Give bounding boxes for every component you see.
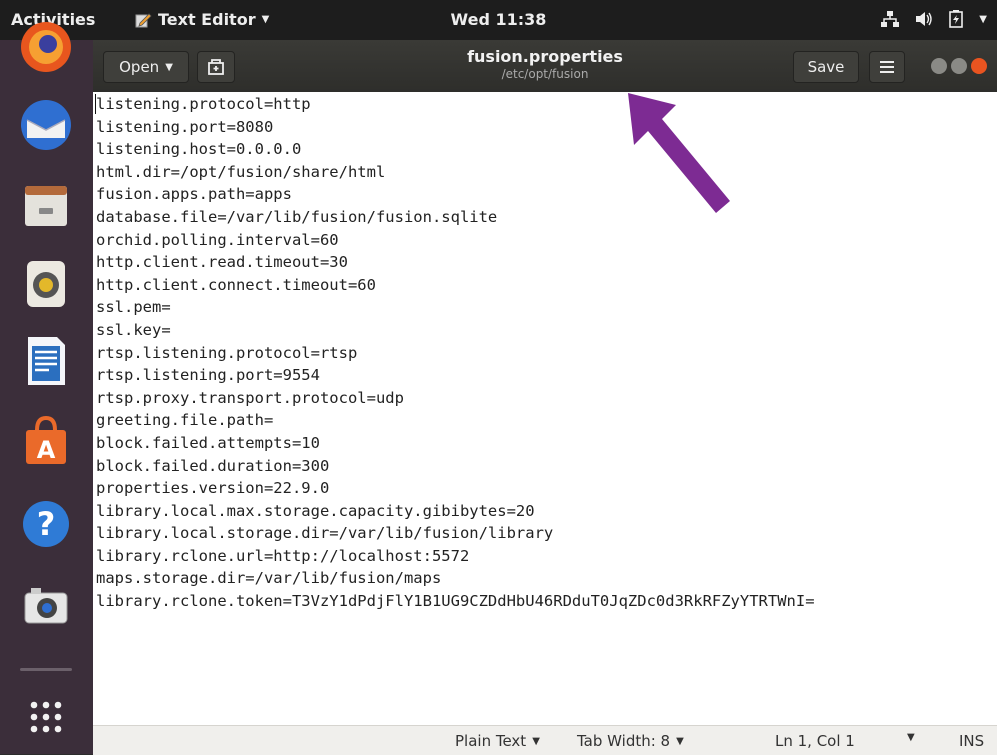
editor-line: block.failed.attempts=10 [96, 433, 320, 452]
text-editor-window: Open ▼ fusion.properties /etc/opt/fusion… [93, 40, 997, 755]
system-tray[interactable]: ▼ [881, 10, 987, 28]
text-editor-icon [135, 12, 152, 27]
editor-line: greeting.file.path= [96, 411, 274, 430]
editor-line: orchid.polling.interval=60 [96, 230, 339, 249]
open-button-label: Open [119, 58, 160, 76]
hamburger-menu-button[interactable] [869, 51, 905, 83]
editor-line: library.local.max.storage.capacity.gibib… [96, 501, 535, 520]
help-icon[interactable]: ? [17, 495, 75, 553]
save-button[interactable]: Save [793, 51, 859, 83]
chevron-down-icon: ▼ [532, 735, 540, 747]
insert-mode-indicator: INS [959, 732, 985, 750]
editor-line: ssl.pem= [96, 298, 171, 317]
firefox-icon[interactable] [17, 18, 75, 76]
screenshot-icon[interactable] [17, 575, 75, 633]
text-editor-area[interactable]: listening.protocol=http listening.port=80… [93, 92, 997, 725]
annotation-arrow [628, 93, 730, 213]
dock: A ? [0, 22, 93, 754]
show-apps-icon[interactable] [17, 690, 75, 748]
editor-line: http.client.connect.timeout=60 [96, 275, 376, 294]
editor-line: http.client.read.timeout=30 [96, 253, 348, 272]
thunderbird-icon[interactable] [17, 96, 75, 154]
editor-line: rtsp.listening.protocol=rtsp [96, 343, 358, 362]
status-bar: Plain Text ▼ Tab Width: 8 ▼ Ln 1, Col 1 … [93, 725, 997, 755]
chevron-down-icon: ▼ [979, 13, 987, 25]
editor-line: ssl.key= [96, 320, 171, 339]
chevron-down-icon: ▼ [165, 61, 173, 73]
cursor-position-selector[interactable]: Ln 1, Col 1 [775, 732, 855, 750]
editor-line: library.local.storage.dir=/var/lib/fusio… [96, 524, 554, 543]
chevron-down-icon: ▼ [261, 14, 270, 25]
language-selector[interactable]: Plain Text ▼ [455, 732, 540, 750]
cursor-position-label: Ln 1, Col 1 [775, 732, 855, 750]
svg-text:A: A [37, 436, 56, 464]
open-button[interactable]: Open ▼ [103, 51, 189, 83]
header-bar: Open ▼ fusion.properties /etc/opt/fusion… [93, 40, 997, 92]
clock[interactable]: Wed 11:38 [451, 10, 547, 29]
app-menu[interactable]: Text Editor ▼ [134, 10, 269, 29]
maximize-button[interactable] [951, 58, 967, 74]
hamburger-icon [880, 61, 894, 73]
svg-text:?: ? [37, 505, 56, 543]
dock-separator [20, 668, 72, 671]
libreoffice-writer-icon[interactable] [17, 332, 75, 390]
rhythmbox-icon[interactable] [17, 255, 75, 313]
editor-line: library.rclone.token=T3VzY1dPdjFlY1B1UG9… [96, 592, 815, 611]
editor-line: library.rclone.url=http://localhost:5572 [96, 546, 470, 565]
software-center-icon[interactable]: A [17, 412, 75, 470]
top-panel: Activities Text Editor ▼ Wed 11:38 ▼ [0, 0, 997, 40]
network-icon [881, 11, 900, 27]
new-document-icon [208, 59, 224, 75]
text-cursor [95, 94, 96, 114]
chevron-down-icon: ▼ [676, 735, 684, 747]
files-icon[interactable] [17, 176, 75, 234]
battery-icon [949, 10, 964, 28]
editor-line: block.failed.duration=300 [96, 456, 330, 475]
volume-icon [916, 12, 932, 26]
minimize-button[interactable] [931, 58, 947, 74]
close-button[interactable] [971, 58, 987, 74]
tab-width-selector[interactable]: Tab Width: 8 ▼ [577, 732, 684, 750]
editor-line: properties.version=22.9.0 [96, 479, 330, 498]
new-document-button[interactable] [197, 51, 235, 83]
tab-width-label: Tab Width: 8 [577, 732, 671, 750]
app-menu-label: Text Editor [158, 10, 256, 29]
chevron-down-icon[interactable]: ▼ [907, 732, 915, 743]
editor-line: rtsp.listening.port=9554 [96, 366, 320, 385]
editor-line: maps.storage.dir=/var/lib/fusion/maps [96, 569, 442, 588]
language-label: Plain Text [455, 732, 527, 750]
editor-line: rtsp.proxy.transport.protocol=udp [96, 388, 404, 407]
